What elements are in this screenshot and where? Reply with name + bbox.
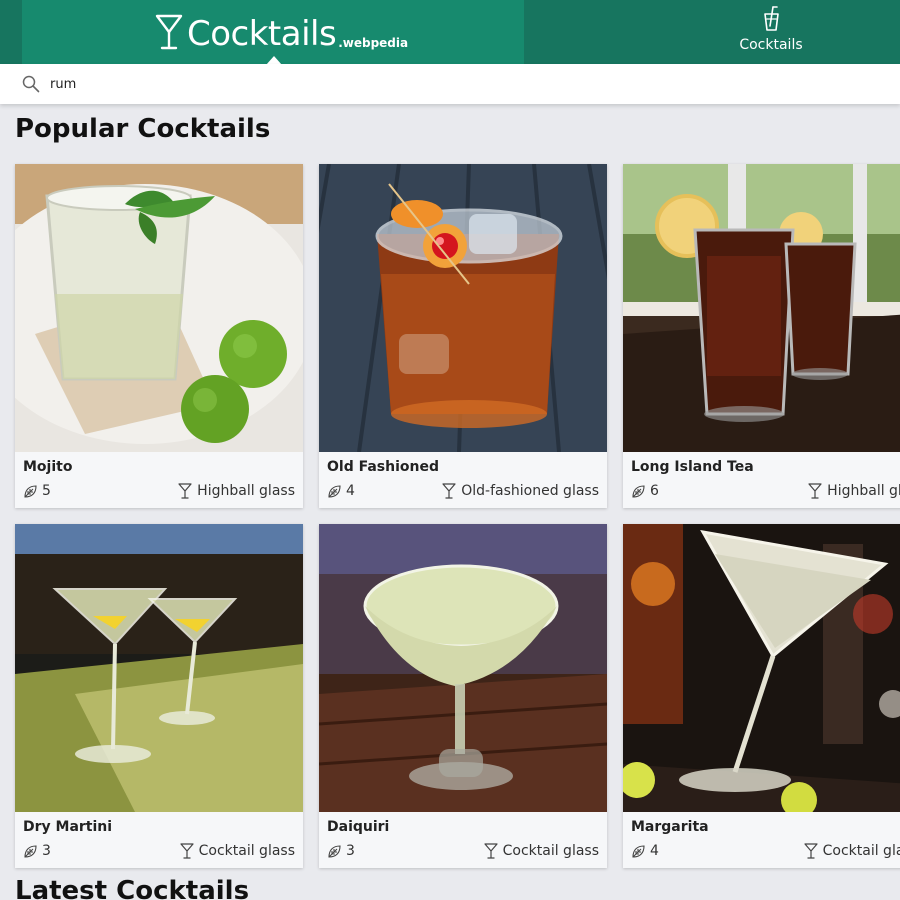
cocktail-card-old-fashioned[interactable]: Old Fashioned 4 Old-fashioned glass	[319, 164, 607, 508]
search-bar	[0, 64, 900, 104]
martini-glass-logo-icon	[155, 14, 183, 50]
glass-type: Cocktail glass	[804, 842, 900, 860]
leaf-icon	[328, 484, 341, 498]
cocktail-card-long-island-tea[interactable]: Long Island Tea 6 Highball glass	[623, 164, 900, 508]
ingredient-count: 5	[23, 482, 51, 500]
leaf-icon	[632, 484, 645, 498]
ingredient-count: 4	[631, 842, 659, 860]
nav-cocktails-label: Cocktails	[739, 37, 803, 53]
search-icon	[22, 75, 40, 93]
ingredient-count-value: 5	[42, 483, 51, 499]
glass-type: Cocktail glass	[484, 842, 599, 860]
brand-suffix: .webpedia	[338, 36, 409, 50]
ingredient-count: 3	[23, 842, 51, 860]
nav-cocktails[interactable]: Cocktails	[712, 0, 830, 64]
ingredient-count-value: 3	[42, 843, 51, 859]
cocktail-glass-icon	[808, 483, 822, 499]
leaf-icon	[632, 844, 645, 858]
cocktail-glass-icon	[804, 843, 818, 859]
cocktail-photo	[319, 164, 607, 452]
cocktail-photo	[319, 524, 607, 812]
leaf-icon	[328, 844, 341, 858]
cocktail-glass-icon	[484, 843, 498, 859]
ingredient-count-value: 3	[346, 843, 355, 859]
glass-type: Old-fashioned glass	[442, 482, 599, 500]
cocktail-card-mojito[interactable]: Mojito 5 Highball glass	[15, 164, 303, 508]
glass-type-value: Cocktail glass	[198, 843, 295, 859]
brand-logo: Cocktails .webpedia	[155, 12, 408, 56]
cocktail-glass-icon	[180, 843, 194, 859]
home-logo-link[interactable]: Cocktails .webpedia	[22, 0, 524, 65]
section-title-popular: Popular Cocktails	[15, 114, 271, 144]
drink-cup-icon	[764, 6, 779, 31]
cocktail-photo	[15, 164, 303, 452]
cocktail-photo	[623, 524, 900, 812]
section-title-latest: Latest Cocktails	[15, 876, 250, 900]
leaf-icon	[24, 484, 37, 498]
cocktail-name: Daiquiri	[327, 819, 390, 835]
ingredient-count: 4	[327, 482, 355, 500]
cocktail-glass-icon	[442, 483, 456, 499]
glass-type: Cocktail glass	[180, 842, 295, 860]
cocktail-photo	[623, 164, 900, 452]
ingredient-count-value: 4	[346, 483, 355, 499]
cocktail-name: Dry Martini	[23, 819, 113, 835]
cocktail-card-dry-martini[interactable]: Dry Martini 3 Cocktail glass	[15, 524, 303, 868]
cocktail-photo	[15, 524, 303, 812]
cocktail-card-margarita[interactable]: Margarita 4 Cocktail glass	[623, 524, 900, 868]
ingredient-count: 6	[631, 482, 659, 500]
brand-name: Cocktails	[187, 14, 337, 54]
glass-type-value: Highball glass	[827, 483, 900, 499]
glass-type: Highball glass	[808, 482, 900, 500]
glass-type-value: Cocktail glass	[822, 843, 900, 859]
search-input[interactable]	[50, 72, 870, 96]
leaf-icon	[24, 844, 37, 858]
cocktail-name: Margarita	[631, 819, 709, 835]
top-bar: Cocktails .webpedia Cocktails	[0, 0, 900, 65]
glass-type: Highball glass	[178, 482, 295, 500]
glass-type-value: Highball glass	[197, 483, 295, 499]
cocktail-name: Old Fashioned	[327, 459, 439, 475]
glass-type-value: Cocktail glass	[502, 843, 599, 859]
ingredient-count-value: 6	[650, 483, 659, 499]
cocktail-card-daiquiri[interactable]: Daiquiri 3 Cocktail glass	[319, 524, 607, 868]
ingredient-count: 3	[327, 842, 355, 860]
ingredient-count-value: 4	[650, 843, 659, 859]
glass-type-value: Old-fashioned glass	[461, 483, 599, 499]
cocktail-name: Long Island Tea	[631, 459, 754, 475]
cocktail-name: Mojito	[23, 459, 73, 475]
cocktail-glass-icon	[178, 483, 192, 499]
